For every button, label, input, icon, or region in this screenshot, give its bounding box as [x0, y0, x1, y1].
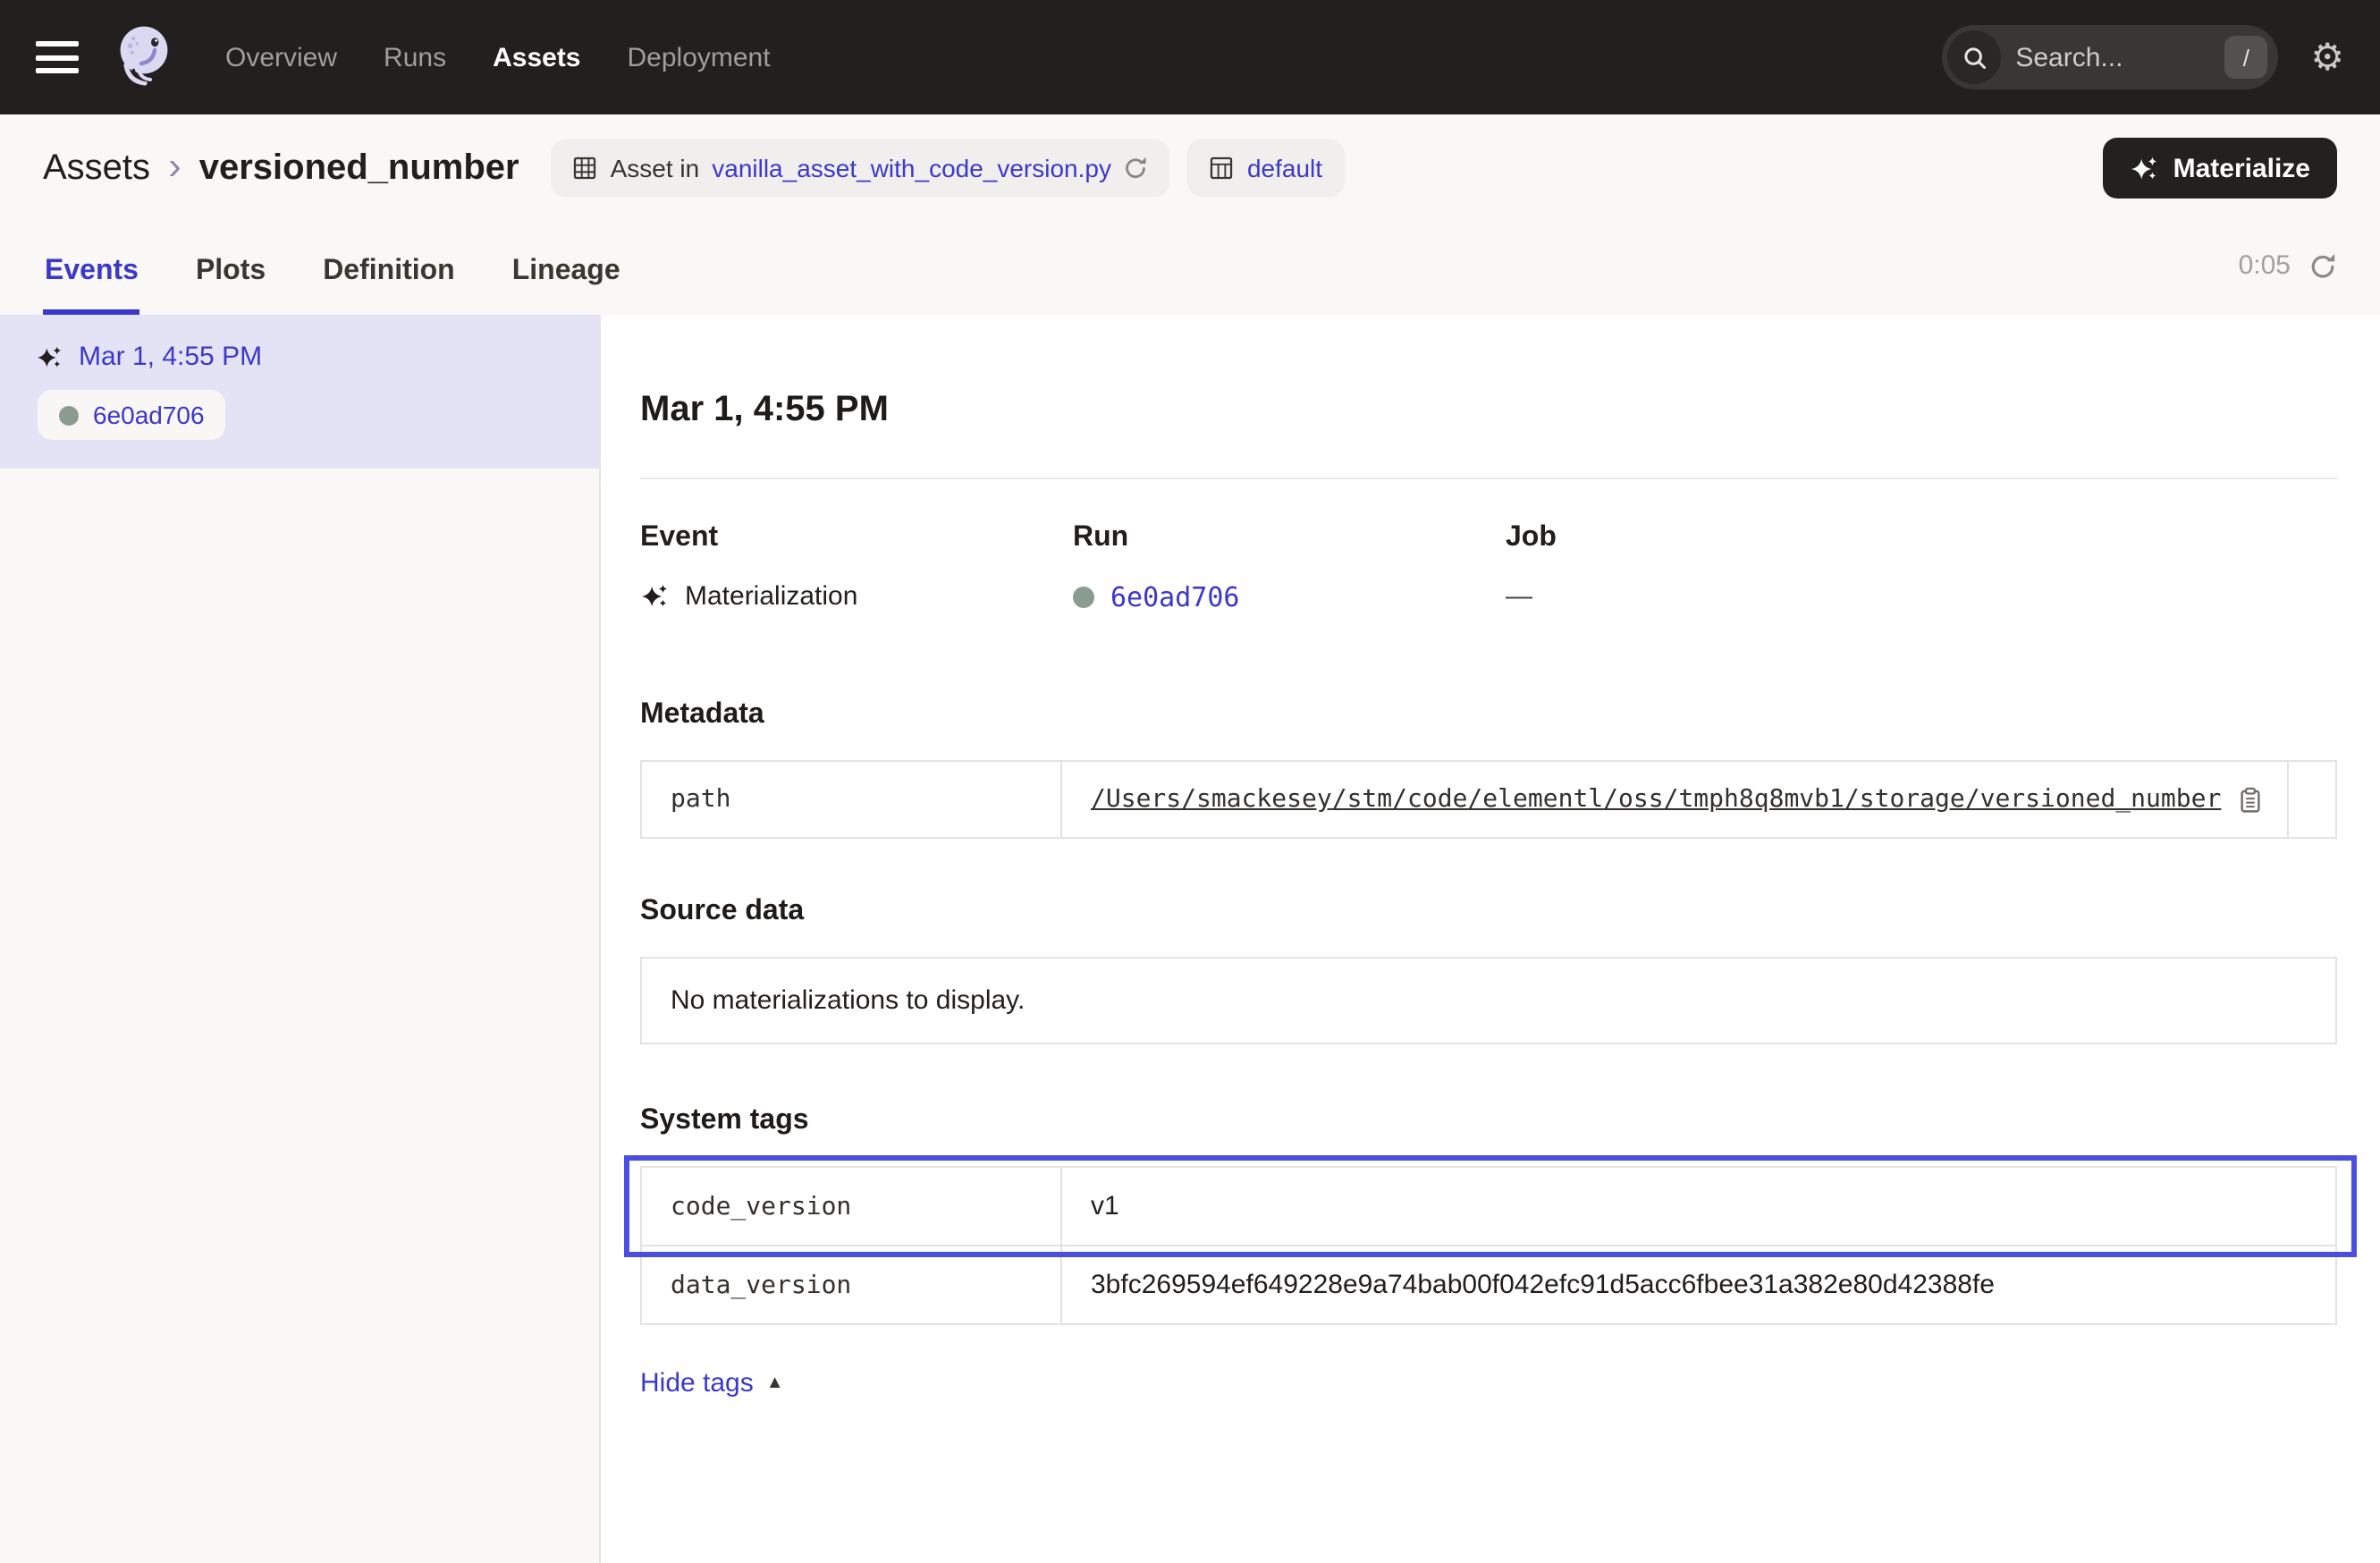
refresh-icon[interactable] — [2308, 251, 2337, 280]
hamburger-menu-icon[interactable] — [36, 41, 79, 73]
materialize-label: Materialize — [2173, 153, 2310, 183]
event-column-label: Event — [640, 522, 1073, 554]
run-status-dot — [1073, 587, 1094, 608]
asset-file-link[interactable]: vanilla_asset_with_code_version.py — [712, 154, 1111, 182]
code-location-badge: default — [1188, 139, 1344, 197]
code-location-link[interactable]: default — [1247, 154, 1322, 182]
nav-item-runs[interactable]: Runs — [384, 42, 446, 72]
job-empty-value: — — [1506, 581, 1532, 612]
search-icon — [1947, 30, 2001, 84]
system-tags-heading: System tags — [640, 1105, 2337, 1137]
tag-key: code_version — [642, 1168, 1062, 1245]
hide-tags-label: Hide tags — [640, 1368, 754, 1398]
nav-item-assets[interactable]: Assets — [493, 42, 580, 72]
dagster-logo[interactable] — [107, 21, 179, 93]
nav-right: / ⚙ — [1942, 25, 2344, 89]
page-title: versioned_number — [199, 148, 519, 189]
search-shortcut-key: / — [2224, 36, 2267, 79]
auto-refresh: 0:05 — [2239, 250, 2337, 281]
copy-to-clipboard-icon[interactable] — [2237, 786, 2264, 813]
tab-events[interactable]: Events — [43, 231, 140, 315]
repo-icon — [1210, 156, 1235, 181]
event-list-item[interactable]: Mar 1, 4:55 PM 6e0ad706 — [0, 315, 599, 469]
table-row-code-version: code_version v1 — [642, 1168, 2335, 1245]
nav-item-overview[interactable]: Overview — [225, 42, 337, 72]
run-id-link[interactable]: 6e0ad706 — [1110, 581, 1240, 613]
run-id-label: 6e0ad706 — [93, 401, 205, 429]
table-end-spacer — [2287, 762, 2335, 837]
event-detail-title: Mar 1, 4:55 PM — [640, 390, 2337, 431]
search-input[interactable] — [2015, 42, 2224, 72]
event-type-value: Materialization — [685, 581, 857, 612]
asset-definition-badge: Asset in vanilla_asset_with_code_version… — [552, 139, 1170, 197]
reload-icon[interactable] — [1124, 156, 1149, 181]
tab-bar: Events Plots Definition Lineage 0:05 — [0, 222, 2380, 315]
top-nav: Overview Runs Assets Deployment / ⚙ — [0, 0, 2380, 114]
search-box[interactable]: / — [1942, 25, 2278, 89]
nav-links: Overview Runs Assets Deployment — [225, 42, 771, 72]
asset-grid-icon — [573, 156, 598, 181]
divider — [640, 477, 2337, 479]
refresh-countdown: 0:05 — [2239, 250, 2291, 281]
metadata-table: path /Users/smackesey/stm/code/elementl/… — [640, 760, 2337, 839]
job-column-label: Job — [1506, 522, 1557, 554]
tag-value: v1 — [1062, 1168, 2335, 1245]
tab-plots[interactable]: Plots — [194, 231, 267, 315]
breadcrumb: Assets › versioned_number — [43, 146, 519, 190]
source-data-heading: Source data — [640, 896, 2337, 928]
nav-item-deployment[interactable]: Deployment — [628, 42, 771, 72]
system-tags-table: code_version v1 data_version 3bfc269594e… — [640, 1166, 2337, 1325]
run-column-label: Run — [1073, 522, 1506, 554]
source-data-empty-message: No materializations to display. — [640, 957, 2337, 1044]
table-row-data-version: data_version 3bfc269594ef649228e9a74bab0… — [642, 1245, 2335, 1323]
chevron-right-icon: › — [168, 146, 181, 190]
breadcrumb-assets-link[interactable]: Assets — [43, 148, 150, 189]
tab-definition[interactable]: Definition — [321, 231, 457, 315]
tag-value: 3bfc269594ef649228e9a74bab00f042efc91d5a… — [1062, 1246, 2335, 1323]
run-tag-pill[interactable]: 6e0ad706 — [38, 390, 226, 440]
event-detail-panel: Mar 1, 4:55 PM Event Materialization Run — [601, 315, 2380, 1563]
page-header: Assets › versioned_number Asset in vanil… — [0, 114, 2380, 315]
materialization-sparkle-icon — [36, 344, 63, 369]
event-list-sidebar: Mar 1, 4:55 PM 6e0ad706 — [0, 315, 601, 1563]
tag-key: data_version — [642, 1246, 1062, 1323]
gear-icon[interactable]: ⚙ — [2310, 38, 2344, 76]
asset-badge-prefix: Asset in — [611, 154, 700, 182]
app: Overview Runs Assets Deployment / ⚙ Asse… — [0, 0, 2380, 1563]
materialization-sparkle-icon — [640, 583, 669, 610]
hide-tags-toggle[interactable]: Hide tags ▲ — [640, 1368, 784, 1398]
tab-lineage[interactable]: Lineage — [511, 231, 622, 315]
sparkle-icon — [2131, 155, 2159, 182]
metadata-heading: Metadata — [640, 699, 2337, 731]
caret-up-icon: ▲ — [766, 1373, 784, 1393]
table-row: path /Users/smackesey/stm/code/elementl/… — [642, 762, 2335, 837]
path-value-link[interactable]: /Users/smackesey/stm/code/elementl/oss/t… — [1091, 785, 2221, 814]
materialize-button[interactable]: Materialize — [2104, 138, 2337, 199]
event-date-link[interactable]: Mar 1, 4:55 PM — [79, 342, 262, 372]
metadata-key: path — [642, 762, 1062, 837]
run-status-dot — [59, 405, 79, 425]
